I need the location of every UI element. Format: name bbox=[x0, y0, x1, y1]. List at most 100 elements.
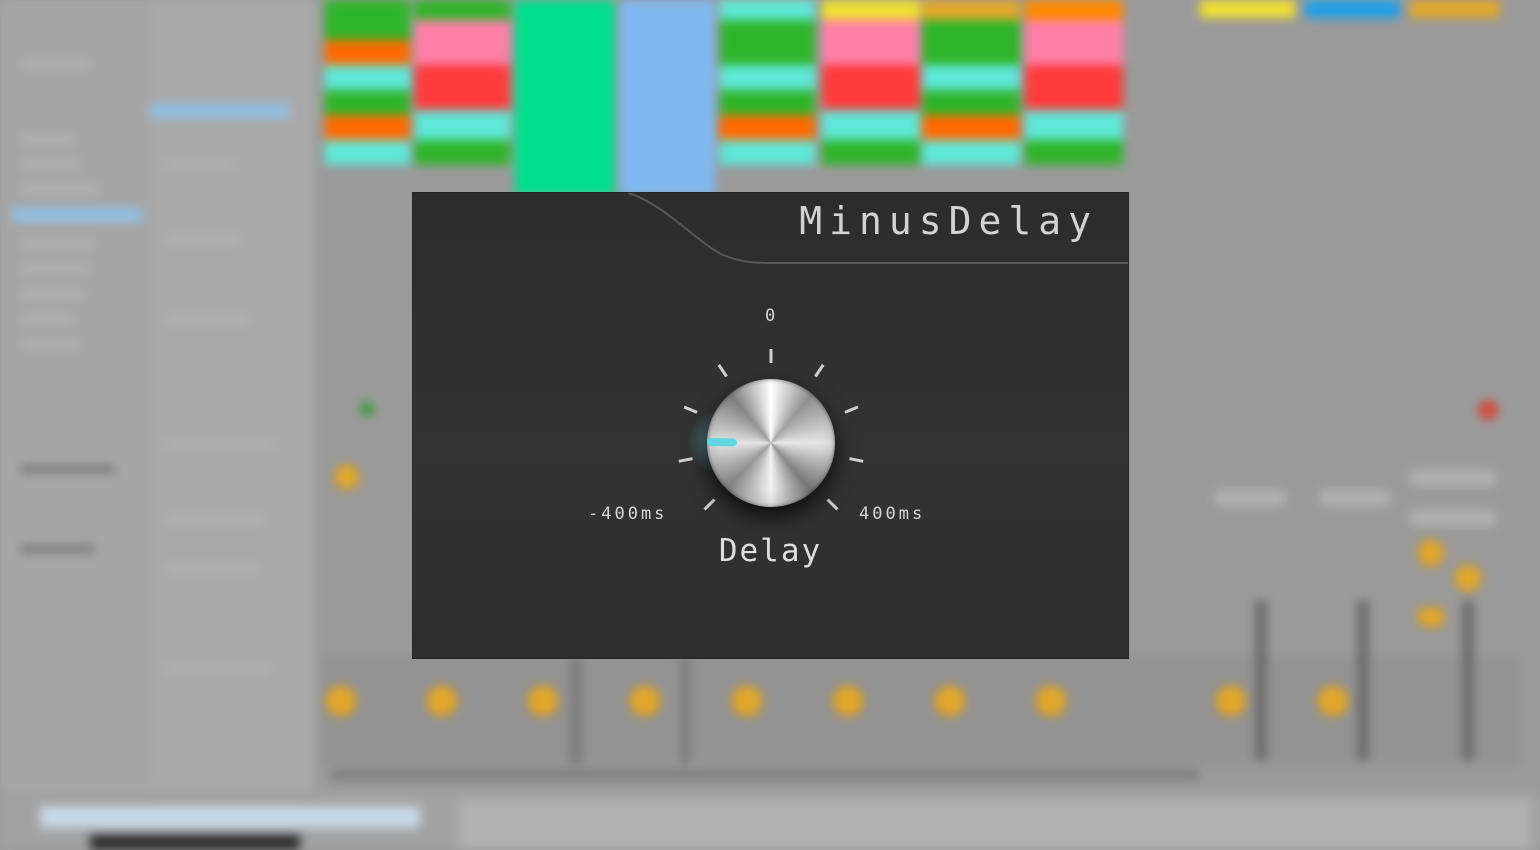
clip bbox=[822, 110, 920, 140]
clip bbox=[415, 20, 510, 65]
filelist-row bbox=[165, 665, 270, 673]
detail-pane bbox=[460, 800, 1530, 850]
sidebar-row bbox=[20, 290, 85, 298]
clip bbox=[922, 90, 1020, 115]
delay-parameter-label: Delay bbox=[718, 533, 823, 569]
filelist-row bbox=[165, 565, 260, 573]
filelist-row bbox=[165, 315, 250, 323]
sidebar-selected-row bbox=[12, 208, 142, 222]
track-header bbox=[1410, 0, 1500, 18]
delay-knob[interactable] bbox=[707, 379, 835, 507]
clip bbox=[415, 140, 510, 165]
clip bbox=[720, 140, 815, 165]
pan-knob bbox=[833, 686, 863, 716]
detail-clip bbox=[40, 806, 420, 828]
clip bbox=[325, 90, 410, 115]
clip bbox=[415, 65, 510, 110]
clip bbox=[415, 0, 510, 20]
sidebar-row bbox=[20, 160, 80, 168]
filelist-row bbox=[165, 160, 235, 168]
sidebar-row bbox=[20, 315, 75, 323]
clip bbox=[822, 65, 920, 110]
clip bbox=[415, 110, 510, 140]
sidebar-row bbox=[20, 340, 80, 348]
pan-knob bbox=[935, 686, 965, 716]
clip bbox=[325, 0, 410, 40]
clip bbox=[325, 40, 410, 65]
return-fader bbox=[1255, 600, 1267, 760]
knob-tick bbox=[683, 405, 698, 414]
scrollbar bbox=[330, 770, 1200, 780]
send-knob bbox=[1418, 540, 1444, 566]
knob-tick bbox=[717, 364, 728, 378]
pan-knob bbox=[1216, 686, 1246, 716]
clip bbox=[515, 0, 615, 195]
clip bbox=[822, 0, 920, 20]
return-button bbox=[1215, 490, 1285, 506]
clip bbox=[922, 65, 1020, 90]
clip bbox=[922, 140, 1020, 165]
filelist-row bbox=[165, 440, 275, 448]
clip bbox=[1025, 140, 1123, 165]
clip bbox=[620, 0, 715, 195]
pan-knob bbox=[326, 686, 356, 716]
minusdelay-plugin-window: MinusDelay 0 -400ms 400ms Delay bbox=[413, 193, 1128, 658]
clip bbox=[922, 20, 1020, 65]
track-header bbox=[1305, 0, 1400, 18]
clip bbox=[720, 90, 815, 115]
knob-tick bbox=[814, 364, 825, 378]
record-button bbox=[1478, 400, 1498, 420]
clip bbox=[1025, 20, 1123, 65]
knob-max-label: 400ms bbox=[859, 504, 926, 524]
pan-knob bbox=[427, 686, 457, 716]
pan-knob bbox=[528, 686, 558, 716]
master-button bbox=[1410, 470, 1495, 486]
clip bbox=[720, 20, 815, 65]
pan-knob bbox=[1036, 686, 1066, 716]
sidebar-row bbox=[20, 185, 100, 193]
sidebar-row bbox=[20, 465, 115, 473]
sidebar-row bbox=[20, 545, 95, 553]
clip bbox=[1025, 65, 1123, 110]
clip bbox=[822, 140, 920, 165]
return-fader bbox=[1357, 600, 1369, 760]
browser-sidebar bbox=[0, 0, 150, 790]
track-knob bbox=[335, 465, 359, 489]
pan-knob bbox=[732, 686, 762, 716]
knob-tick bbox=[826, 498, 839, 511]
knob-tick bbox=[703, 498, 716, 511]
clip bbox=[822, 20, 920, 65]
sidebar-row bbox=[20, 60, 90, 68]
knob-tick bbox=[844, 405, 859, 414]
sidebar-row bbox=[20, 240, 95, 248]
master-button bbox=[1410, 510, 1495, 526]
mixer-divider bbox=[680, 655, 690, 765]
pan-knob bbox=[630, 686, 660, 716]
track-header bbox=[1200, 0, 1295, 18]
master-fader bbox=[1462, 600, 1474, 760]
detail-dark bbox=[90, 835, 300, 850]
track-indicator bbox=[360, 402, 374, 416]
clip bbox=[1025, 0, 1123, 20]
clip bbox=[325, 65, 410, 90]
return-button bbox=[1320, 490, 1390, 506]
filelist-selected-row bbox=[150, 104, 290, 118]
clip bbox=[922, 115, 1020, 140]
clip bbox=[720, 115, 815, 140]
clip bbox=[720, 0, 815, 20]
sidebar-row bbox=[20, 265, 90, 273]
clip bbox=[1025, 110, 1123, 140]
pan-knob bbox=[1318, 686, 1348, 716]
clip bbox=[720, 65, 815, 90]
knob-center-label: 0 bbox=[765, 306, 779, 326]
mixer-divider bbox=[570, 655, 582, 765]
send-knob bbox=[1418, 608, 1444, 626]
clip bbox=[922, 0, 1020, 20]
send-knob bbox=[1455, 565, 1481, 591]
clip bbox=[325, 140, 410, 165]
knob-min-label: -400ms bbox=[588, 504, 668, 524]
filelist-row bbox=[165, 235, 240, 243]
sidebar-row bbox=[20, 135, 75, 143]
knob-tick bbox=[849, 457, 864, 463]
clip bbox=[325, 115, 410, 140]
